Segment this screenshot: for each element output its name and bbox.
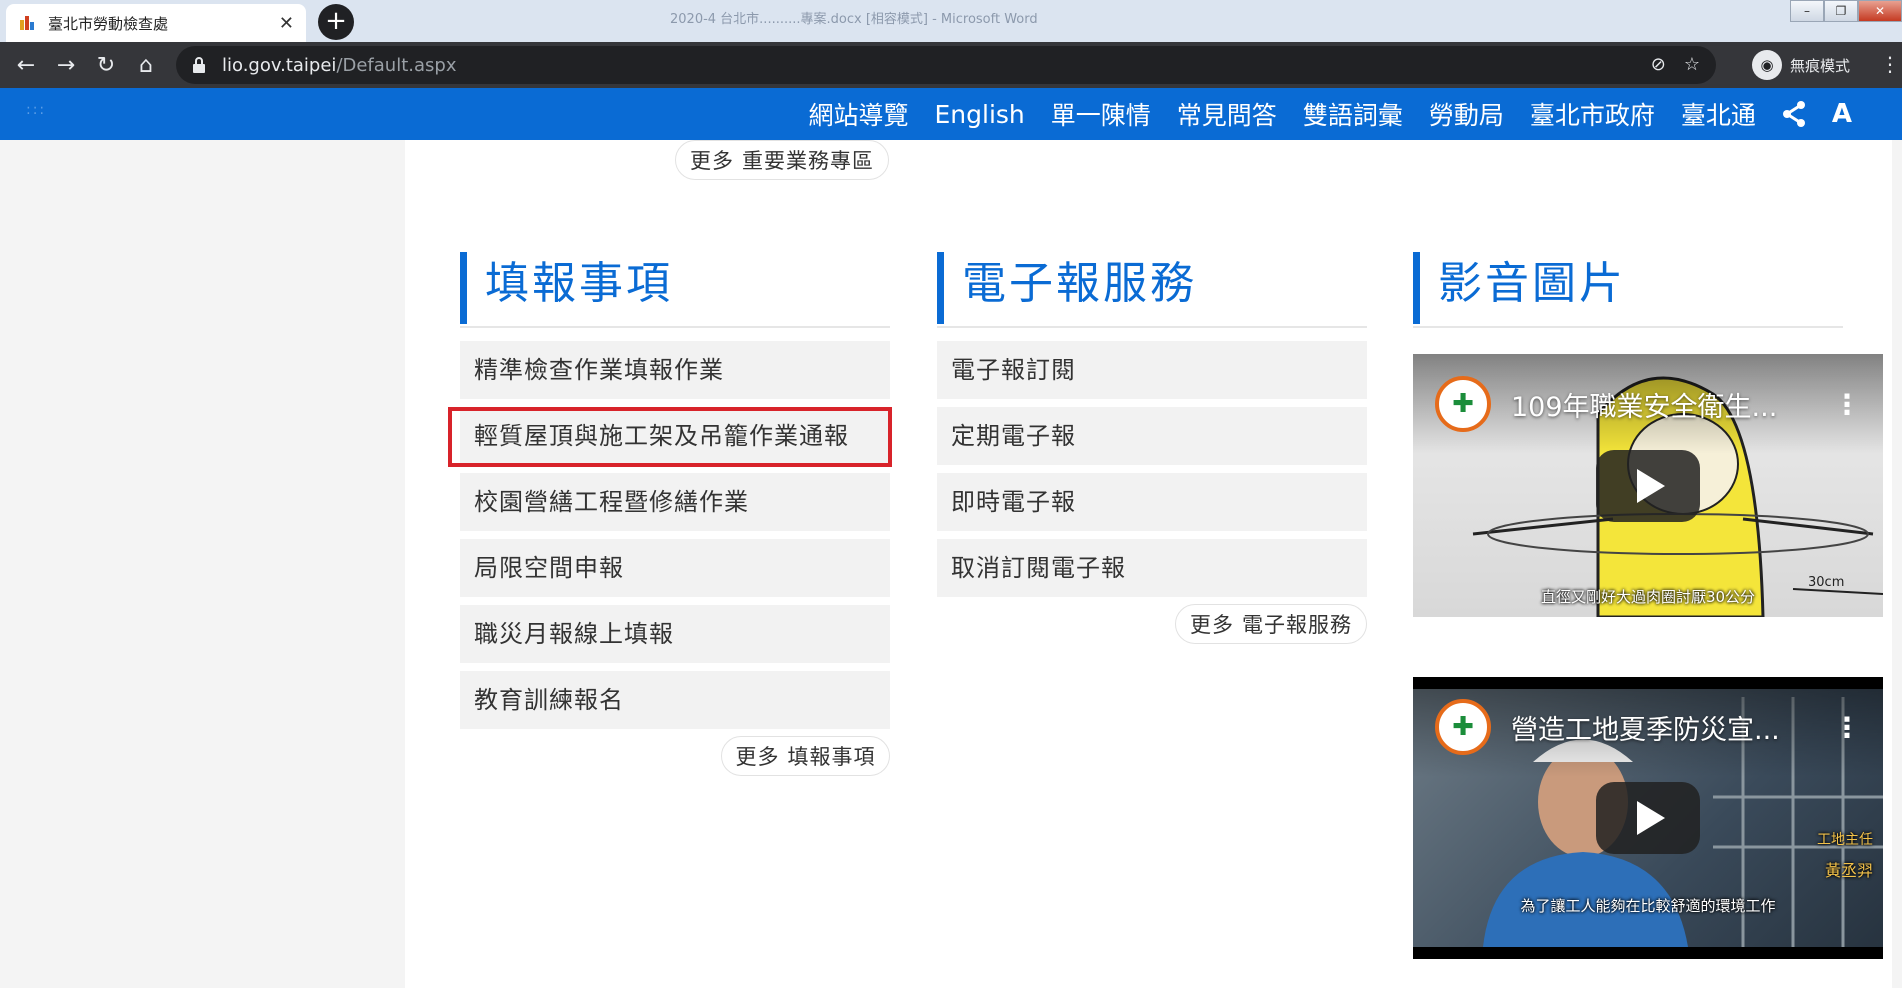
play-button-icon[interactable] — [1596, 449, 1700, 522]
url-path: /Default.aspx — [336, 54, 457, 76]
forms-list: 精準檢查作業填報作業 輕質屋頂與施工架及吊籠作業通報 校園營繕工程暨修繕作業 局… — [460, 341, 890, 737]
video-title-row: ✚ 109年職業安全衛生... ⋮ — [1413, 354, 1883, 454]
more-prefix: 更多 — [735, 745, 780, 769]
video-more-icon[interactable]: ⋮ — [1833, 388, 1861, 421]
left-gutter — [0, 140, 405, 988]
browser-tab-bar: 臺北市勞動檢查處 ✕ + 2020-4 台北市..........專案.docx… — [0, 0, 1902, 42]
video-title-row: ✚ 營造工地夏季防災宣... ⋮ — [1413, 677, 1883, 777]
section-divider — [460, 326, 890, 328]
share-icon[interactable] — [1782, 101, 1806, 127]
video-title[interactable]: 營造工地夏季防災宣... — [1511, 708, 1833, 747]
close-window-icon[interactable]: ✕ — [1858, 0, 1902, 22]
list-item-instant[interactable]: 即時電子報 — [937, 473, 1367, 531]
incognito-indicator[interactable]: ◉ 無痕模式 — [1752, 46, 1850, 84]
more-enews-button[interactable]: 更多 電子報服務 — [1175, 604, 1367, 644]
section-title-enews: 電子報服務 — [937, 252, 1197, 324]
nav-petition[interactable]: 單一陳情 — [1051, 96, 1151, 132]
nav-glossary[interactable]: 雙語詞彙 — [1303, 96, 1403, 132]
bookmark-star-icon[interactable]: ☆ — [1684, 54, 1700, 75]
tab-close-icon[interactable]: ✕ — [279, 13, 294, 34]
back-arrow-icon[interactable]: ← — [6, 45, 46, 85]
browser-menu-icon[interactable]: ⋮ — [1880, 52, 1900, 76]
new-tab-button[interactable]: + — [318, 4, 354, 40]
video-player-1[interactable]: 30cm ✚ 109年職業安全衛生... ⋮ 直徑又剛好大過肉圈討厭30公分 — [1413, 354, 1883, 617]
more-forms-button[interactable]: 更多 填報事項 — [721, 736, 890, 776]
maximize-icon[interactable]: ❐ — [1824, 0, 1858, 22]
play-button-icon[interactable] — [1596, 782, 1700, 854]
window-controls: – ❐ ✕ — [1790, 0, 1902, 22]
more-label: 電子報服務 — [1242, 613, 1352, 637]
incognito-icon: ◉ — [1752, 50, 1782, 80]
list-item-unsubscribe[interactable]: 取消訂閱電子報 — [937, 539, 1367, 597]
url-host: lio.gov.taipei — [222, 54, 337, 76]
video-player-2[interactable]: ✚ 營造工地夏季防災宣... ⋮ 工地主任 黃丞羿 為了讓工人能夠在比較舒適的環… — [1413, 677, 1883, 959]
nav-english[interactable]: English — [935, 100, 1025, 129]
right-gutter — [1892, 140, 1902, 988]
section-title-forms: 填報事項 — [460, 252, 673, 324]
forward-arrow-icon[interactable]: → — [46, 45, 86, 85]
more-label: 重要業務專區 — [742, 149, 874, 173]
section-divider — [1413, 326, 1843, 328]
red-highlight-box — [448, 407, 892, 467]
channel-logo-icon[interactable]: ✚ — [1435, 699, 1491, 755]
video-more-icon[interactable]: ⋮ — [1833, 711, 1861, 744]
lock-icon — [193, 57, 205, 73]
nav-taipei-pass[interactable]: 臺北通 — [1681, 96, 1756, 132]
video-subtitle-role: 工地主任 — [1817, 832, 1873, 848]
site-nav: 網站導覽 English 單一陳情 常見問答 雙語詞彙 勞動局 臺北市政府 臺北… — [808, 88, 1852, 140]
minimize-icon[interactable]: – — [1790, 0, 1824, 22]
list-item-subscribe[interactable]: 電子報訂閱 — [937, 341, 1367, 399]
video-caption: 直徑又剛好大過肉圈討厭30公分 — [1540, 588, 1756, 606]
enews-list: 電子報訂閱 定期電子報 即時電子報 取消訂閱電子報 — [937, 341, 1367, 605]
video-subtitle-name: 黃丞羿 — [1824, 861, 1873, 880]
more-key-business-button[interactable]: 更多 重要業務專區 — [675, 140, 889, 180]
site-favicon-icon — [20, 16, 34, 30]
list-item-confined-space[interactable]: 局限空間申報 — [460, 539, 890, 597]
channel-logo-icon[interactable]: ✚ — [1435, 376, 1491, 432]
list-item-precision-inspection[interactable]: 精準檢查作業填報作業 — [460, 341, 890, 399]
more-label: 填報事項 — [787, 745, 876, 769]
site-header: ::: 網站導覽 English 單一陳情 常見問答 雙語詞彙 勞動局 臺北市政… — [0, 88, 1902, 140]
nav-taipei-gov[interactable]: 臺北市政府 — [1530, 96, 1655, 132]
eye-off-icon[interactable]: ⊘ — [1651, 54, 1666, 75]
browser-toolbar: ← → ↻ ⌂ lio.gov.taipei /Default.aspx ⊘ ☆… — [0, 42, 1902, 88]
address-bar[interactable]: lio.gov.taipei /Default.aspx ⊘ ☆ — [176, 46, 1716, 84]
more-prefix: 更多 — [1190, 613, 1234, 637]
section-title-media: 影音圖片 — [1413, 252, 1626, 324]
reload-icon[interactable]: ↻ — [86, 45, 126, 85]
video-caption: 為了讓工人能夠在比較舒適的環境工作 — [1520, 897, 1776, 915]
background-window-title: 2020-4 台北市..........專案.docx [相容模式] - Mic… — [670, 12, 1038, 27]
home-icon[interactable]: ⌂ — [126, 45, 166, 85]
list-item-campus-construction[interactable]: 校園營繕工程暨修繕作業 — [460, 473, 890, 531]
font-size-icon[interactable]: A — [1832, 99, 1852, 129]
nav-sitemap[interactable]: 網站導覽 — [808, 96, 908, 132]
list-item-periodic[interactable]: 定期電子報 — [937, 407, 1367, 465]
list-item-accident-report[interactable]: 職災月報線上填報 — [460, 605, 890, 663]
accesskey-dots[interactable]: ::: — [26, 102, 46, 118]
tab-title: 臺北市勞動檢查處 — [48, 14, 169, 33]
more-prefix: 更多 — [690, 149, 734, 173]
browser-tab[interactable]: 臺北市勞動檢查處 ✕ — [6, 4, 306, 42]
incognito-label: 無痕模式 — [1790, 56, 1851, 75]
section-divider — [937, 326, 1367, 328]
list-item-training-signup[interactable]: 教育訓練報名 — [460, 671, 890, 729]
video-title[interactable]: 109年職業安全衛生... — [1511, 385, 1833, 424]
nav-faq[interactable]: 常見問答 — [1177, 96, 1277, 132]
nav-labor-bureau[interactable]: 勞動局 — [1429, 96, 1504, 132]
